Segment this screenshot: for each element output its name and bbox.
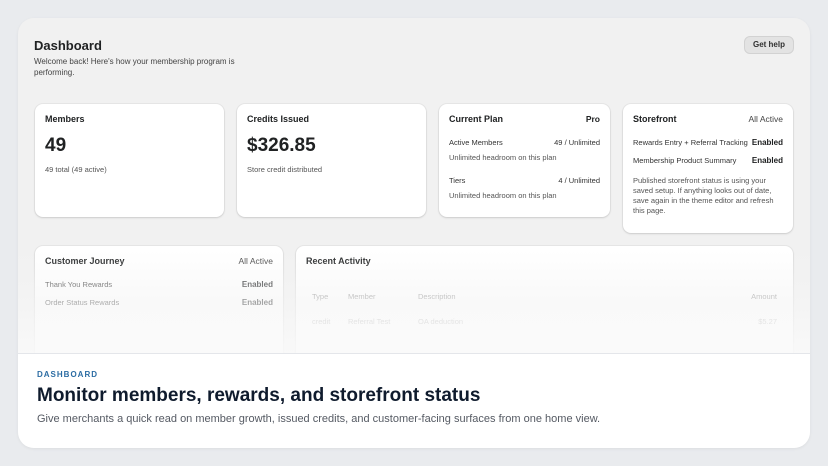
storefront-item-status: Enabled: [751, 138, 783, 147]
page-subtitle: Welcome back! Here's how your membership…: [34, 57, 235, 77]
activity-card-title: Recent Activity: [306, 256, 371, 266]
caption-headline: Monitor members, rewards, and storefront…: [37, 385, 481, 406]
plan-active-note: Unlimited headroom on this plan: [449, 153, 557, 162]
storefront-item-label: Rewards Entry + Referral Tracking: [633, 138, 748, 147]
storefront-item-status: Enabled: [751, 156, 783, 165]
column-header-member: Member: [348, 292, 376, 301]
storefront-note: Published storefront status is using you…: [633, 176, 774, 215]
activity-table: Type Member Description Amount credit Re…: [306, 292, 783, 326]
credits-value: $326.85: [247, 135, 316, 156]
plan-active-row: Active Members 49 / Unlimited: [449, 138, 600, 147]
credits-card: Credits Issued $326.85 Store credit dist…: [237, 104, 426, 217]
journey-card-title: Customer Journey: [45, 256, 125, 266]
row-type: credit: [312, 317, 331, 326]
plan-tiers-value: 4 / Unlimited: [558, 176, 600, 185]
journey-item: Thank You Rewards Enabled: [45, 280, 273, 289]
journey-card: Customer Journey All Active Thank You Re…: [35, 246, 283, 366]
journey-badge: All Active: [238, 256, 274, 266]
row-description: OA deduction: [418, 317, 464, 326]
members-count: 49: [45, 135, 67, 156]
storefront-card-title: Storefront: [633, 114, 677, 124]
journey-item-label: Thank You Rewards: [45, 280, 113, 289]
row-member: Referral Test: [348, 317, 391, 326]
plan-card: Current Plan Pro Active Members 49 / Unl…: [439, 104, 610, 217]
members-card-title: Members: [45, 114, 85, 124]
plan-tiers-label: Tiers: [449, 176, 466, 185]
feature-caption: DASHBOARD Monitor members, rewards, and …: [18, 353, 810, 448]
plan-active-label: Active Members: [449, 138, 503, 147]
caption-text: Give merchants a quick read on member gr…: [37, 413, 601, 425]
journey-item-status: Enabled: [241, 280, 273, 289]
plan-tiers-note: Unlimited headroom on this plan: [449, 191, 557, 200]
table-row[interactable]: credit Referral Test OA deduction $5.27: [306, 317, 783, 326]
column-header-amount: Amount: [751, 292, 777, 301]
storefront-item: Membership Product Summary Enabled: [633, 156, 783, 165]
storefront-item: Rewards Entry + Referral Tracking Enable…: [633, 138, 783, 147]
caption-eyebrow: DASHBOARD: [37, 370, 98, 379]
row-amount: $5.27: [758, 317, 777, 326]
credits-card-title: Credits Issued: [247, 114, 310, 124]
column-header-description: Description: [418, 292, 456, 301]
get-help-button[interactable]: Get help: [743, 36, 794, 54]
app-frame: Dashboard Welcome back! Here's how your …: [18, 18, 810, 448]
storefront-badge: All Active: [748, 114, 784, 124]
page-title: Dashboard: [34, 38, 102, 53]
activity-card: Recent Activity Type Member Description …: [296, 246, 793, 366]
column-header-type: Type: [312, 292, 329, 301]
members-card: Members 49 49 total (49 active): [35, 104, 224, 217]
storefront-item-label: Membership Product Summary: [633, 156, 737, 165]
storefront-card: Storefront All Active Rewards Entry + Re…: [623, 104, 793, 233]
members-detail: 49 total (49 active): [45, 165, 107, 174]
plan-badge: Pro: [585, 114, 600, 124]
journey-item-status: Enabled: [241, 298, 273, 307]
journey-item-label: Order Status Rewards: [45, 298, 120, 307]
table-header-row: Type Member Description Amount: [306, 292, 783, 317]
journey-item: Order Status Rewards Enabled: [45, 298, 273, 307]
plan-card-title: Current Plan: [449, 114, 504, 124]
credits-detail: Store credit distributed: [247, 165, 323, 174]
plan-tiers-row: Tiers 4 / Unlimited: [449, 176, 600, 185]
plan-active-value: 49 / Unlimited: [554, 138, 600, 147]
